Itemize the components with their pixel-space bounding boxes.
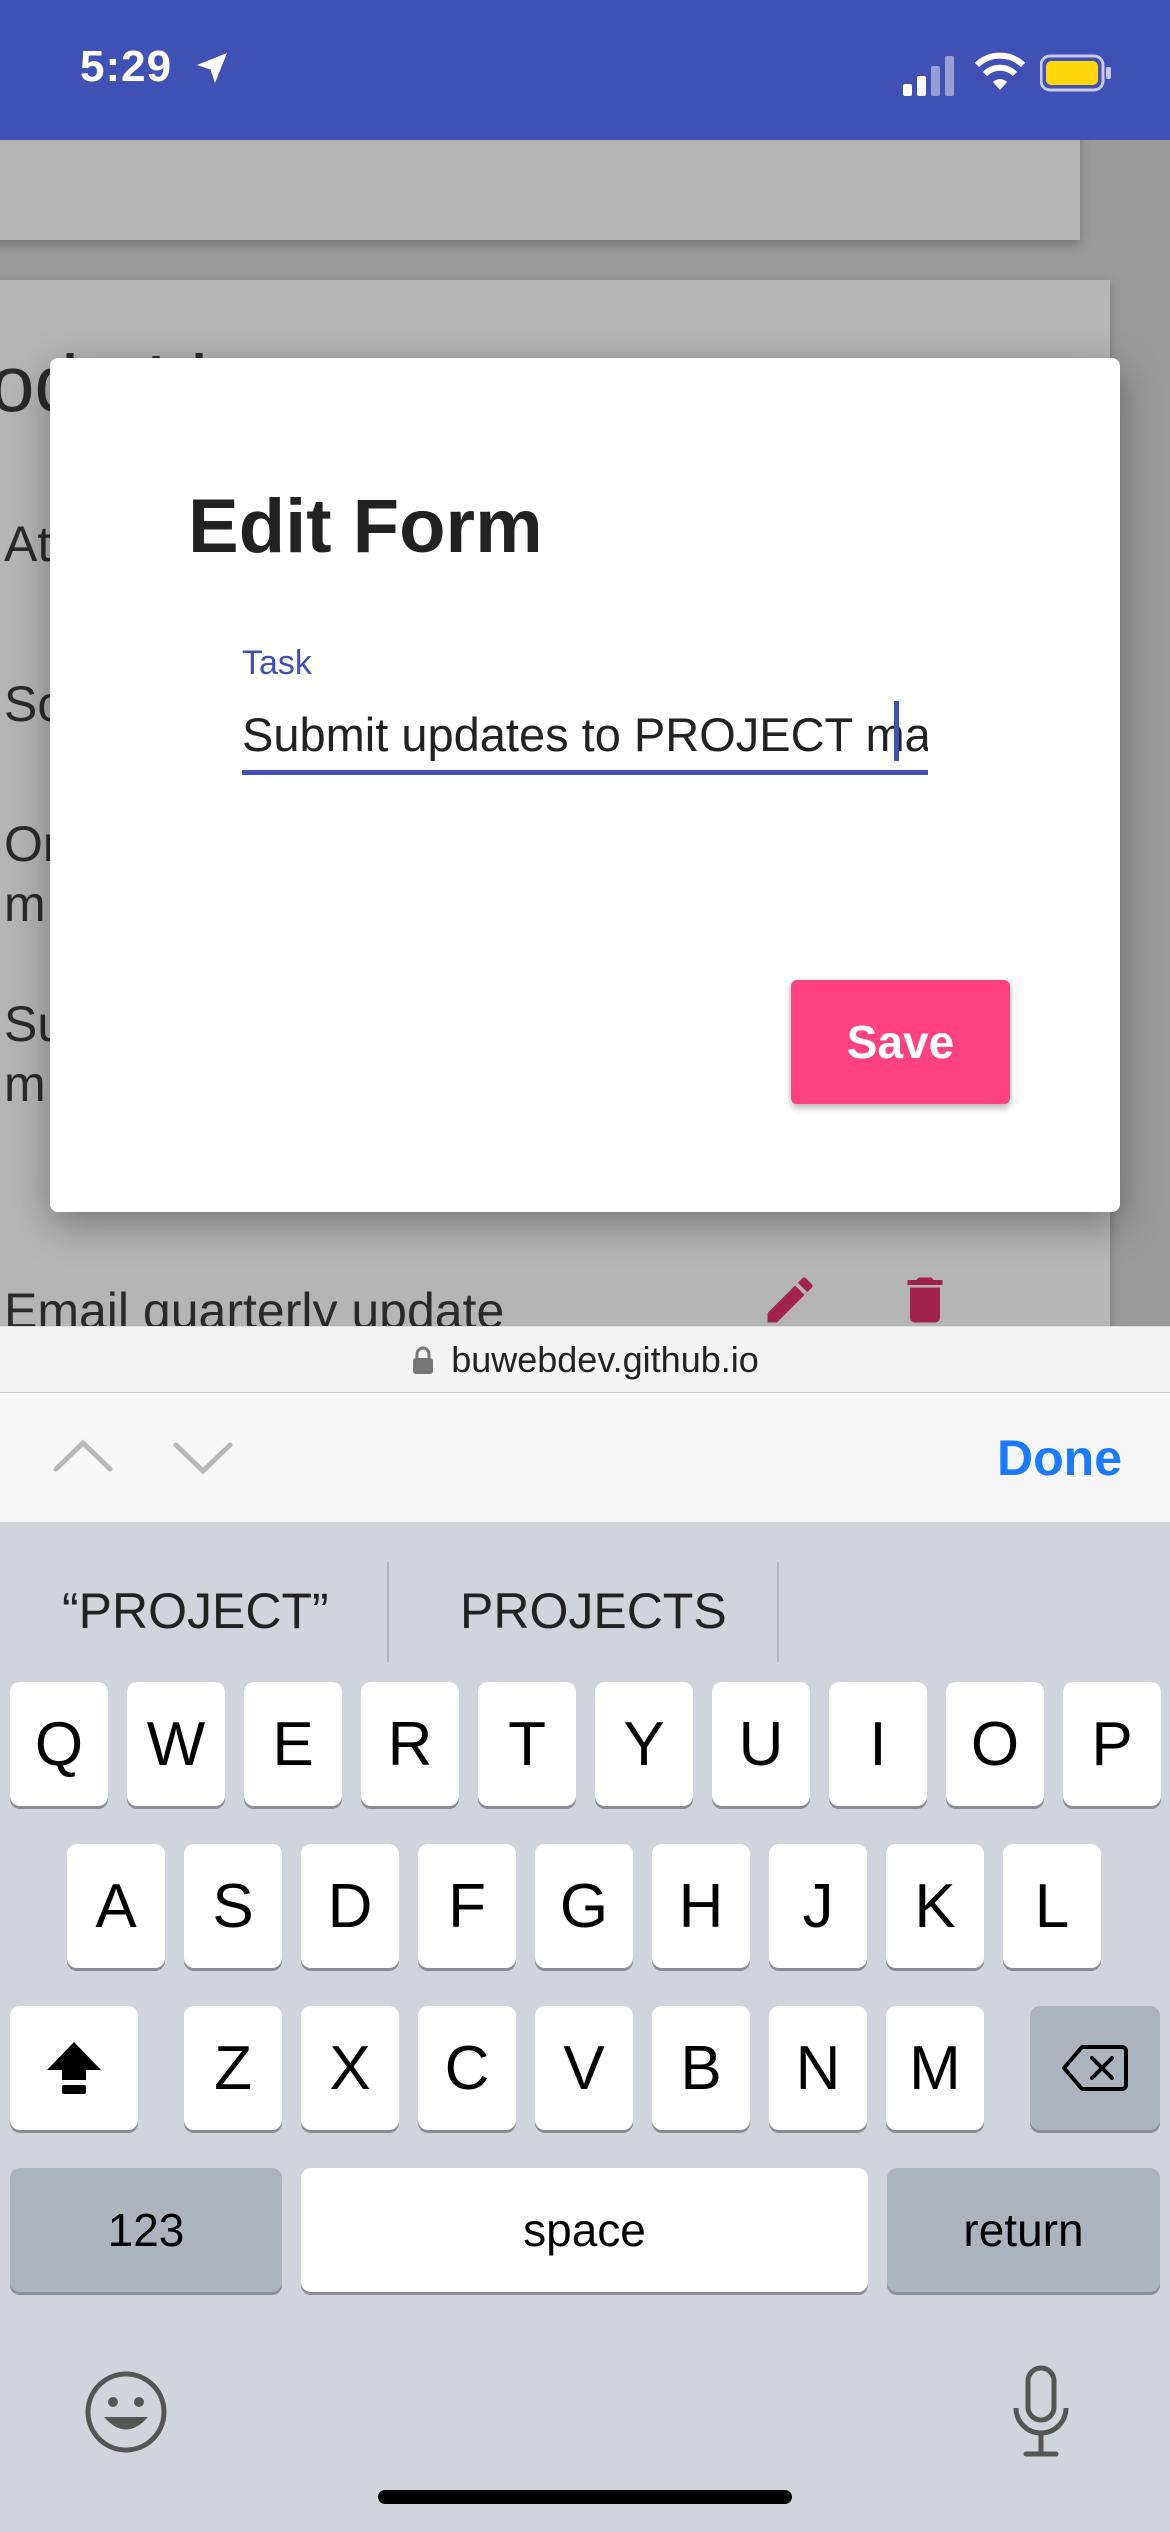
keyboard-accessory-bar: Done [0, 1392, 1170, 1524]
shift-key[interactable] [10, 2006, 138, 2130]
return-key[interactable]: return [887, 2168, 1160, 2292]
task-input[interactable] [242, 698, 928, 775]
key-o[interactable]: O [946, 1682, 1044, 1806]
key-h[interactable]: H [652, 1844, 750, 1968]
next-field-chevron-down-icon[interactable] [172, 1439, 234, 1479]
text-cursor [894, 701, 899, 761]
status-time: 5:29 [80, 42, 173, 91]
edit-pencil-icon[interactable] [760, 1270, 820, 1326]
key-v[interactable]: V [535, 2006, 633, 2130]
task-field-label: Task [242, 644, 312, 682]
key-d[interactable]: D [301, 1844, 399, 1968]
key-b[interactable]: B [652, 2006, 750, 2130]
todo-item: m [4, 1056, 46, 1112]
suggestion-divider [387, 1562, 389, 1662]
url-domain: buwebdev.github.io [451, 1339, 759, 1380]
key-e[interactable]: E [244, 1682, 342, 1806]
done-button[interactable]: Done [997, 1429, 1122, 1487]
suggestion-projects[interactable]: PROJECTS [460, 1582, 727, 1640]
delete-backspace-icon [1062, 2045, 1128, 2091]
key-a[interactable]: A [67, 1844, 165, 1968]
key-t[interactable]: T [478, 1682, 576, 1806]
edit-form-dialog: Edit Form Task Save [50, 358, 1120, 1212]
shift-arrow-icon [47, 2042, 101, 2094]
cellular-signal-icon [903, 56, 954, 96]
key-m[interactable]: M [886, 2006, 984, 2130]
todo-item: At [4, 516, 52, 572]
previous-field-chevron-up-icon[interactable] [52, 1435, 114, 1475]
key-n[interactable]: N [769, 2006, 867, 2130]
suggestion-divider [777, 1562, 779, 1662]
background-card-top [0, 140, 1080, 240]
key-k[interactable]: K [886, 1844, 984, 1968]
battery-icon [1040, 54, 1111, 92]
url-bar[interactable]: buwebdev.github.io [0, 1326, 1170, 1393]
backspace-key[interactable] [1030, 2006, 1160, 2130]
key-g[interactable]: G [535, 1844, 633, 1968]
todo-item-email: Email quarterly update [4, 1283, 505, 1326]
save-button[interactable]: Save [791, 980, 1010, 1104]
key-w[interactable]: W [127, 1682, 225, 1806]
keyboard: “PROJECT” PROJECTS Q W E R T Y U I O P A… [0, 1522, 1170, 2532]
key-x[interactable]: X [301, 2006, 399, 2130]
dialog-title: Edit Form [188, 484, 543, 569]
key-j[interactable]: J [769, 1844, 867, 1968]
delete-trash-icon[interactable] [895, 1270, 955, 1326]
lock-icon [413, 1346, 434, 1374]
emoji-smiley-icon[interactable] [84, 2370, 168, 2454]
key-l[interactable]: L [1003, 1844, 1101, 1968]
key-q[interactable]: Q [10, 1682, 108, 1806]
space-key[interactable]: space [301, 2168, 868, 2292]
microphone-icon[interactable] [1008, 2364, 1074, 2460]
home-indicator [378, 2490, 792, 2504]
suggestion-project-quoted[interactable]: “PROJECT” [62, 1582, 329, 1640]
key-c[interactable]: C [418, 2006, 516, 2130]
numbers-key[interactable]: 123 [10, 2168, 282, 2292]
key-u[interactable]: U [712, 1682, 810, 1806]
key-y[interactable]: Y [595, 1682, 693, 1806]
wifi-icon [975, 52, 1025, 90]
location-arrow-icon [197, 53, 227, 83]
key-z[interactable]: Z [184, 2006, 282, 2130]
key-i[interactable]: I [829, 1682, 927, 1806]
status-bar: 5:29 [0, 0, 1170, 140]
key-f[interactable]: F [418, 1844, 516, 1968]
todo-item: m [4, 876, 46, 932]
key-p[interactable]: P [1063, 1682, 1161, 1806]
key-r[interactable]: R [361, 1682, 459, 1806]
key-s[interactable]: S [184, 1844, 282, 1968]
